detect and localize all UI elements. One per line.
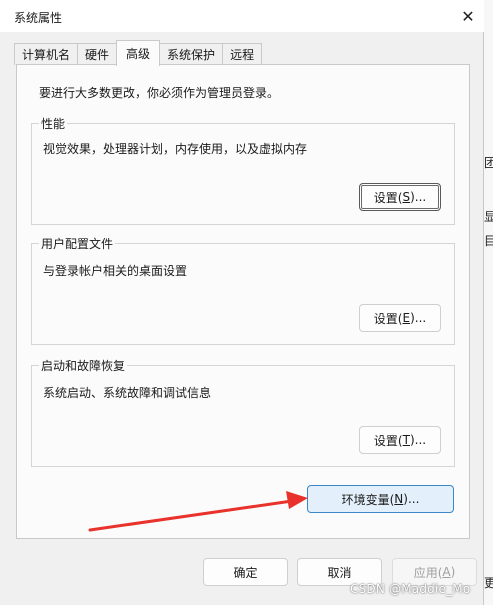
background-window-fragment: 更 [484, 576, 493, 590]
tab-advanced[interactable]: 高级 [116, 40, 161, 66]
performance-settings-button[interactable]: 设置(S)... [359, 183, 441, 211]
tab-remote[interactable]: 远程 [222, 43, 263, 65]
background-window-fragment: 目 [484, 234, 493, 248]
tab-system-protection[interactable]: 系统保护 [159, 43, 224, 65]
startup-recovery-legend: 启动和故障恢复 [39, 357, 128, 374]
background-window-fragment: 团 [484, 156, 493, 170]
startup-recovery-description: 系统启动、系统故障和调试信息 [43, 386, 212, 400]
performance-description: 视觉效果，处理器计划，内存使用，以及虚拟内存 [43, 142, 308, 156]
admin-notice: 要进行大多数更改，你必须作为管理员登录。 [39, 86, 280, 100]
ok-button[interactable]: 确定 [203, 558, 288, 586]
close-button[interactable]: ✕ [452, 2, 484, 30]
tab-label: 计算机名 [22, 48, 71, 62]
user-profiles-legend: 用户配置文件 [39, 235, 116, 252]
tab-strip: 计算机名 硬件 高级 系统保护 远程 [14, 40, 263, 66]
environment-variables-button[interactable]: 环境变量(N)... [307, 485, 454, 513]
startup-recovery-settings-button[interactable]: 设置(T)... [359, 426, 441, 454]
performance-group: 性能 视觉效果，处理器计划，内存使用，以及虚拟内存 设置(S)... [31, 115, 455, 225]
tab-label: 高级 [126, 47, 151, 61]
tab-computer-name[interactable]: 计算机名 [14, 43, 79, 65]
tab-label: 硬件 [85, 48, 110, 62]
system-properties-dialog: 系统属性 ✕ 计算机名 硬件 高级 系统保护 远程 要进行大多数更改，你必须作为… [0, 0, 484, 605]
user-profiles-group: 用户配置文件 与登录帐户相关的桌面设置 设置(E)... [31, 235, 455, 345]
startup-recovery-group: 启动和故障恢复 系统启动、系统故障和调试信息 设置(T)... [31, 357, 455, 467]
user-profiles-description: 与登录帐户相关的桌面设置 [43, 264, 188, 278]
advanced-tab-panel: 要进行大多数更改，你必须作为管理员登录。 性能 视觉效果，处理器计划，内存使用，… [16, 64, 470, 539]
close-icon: ✕ [461, 6, 475, 26]
csdn-watermark: CSDN @Maddie_Mo [350, 582, 471, 596]
background-window-fragment: 显 [484, 210, 493, 224]
tab-label: 系统保护 [167, 48, 216, 62]
tab-label: 远程 [230, 48, 255, 62]
performance-legend: 性能 [39, 115, 68, 132]
title-bar: 系统属性 ✕ [0, 0, 484, 32]
tab-hardware[interactable]: 硬件 [77, 43, 118, 65]
background-window-edge [484, 0, 493, 605]
window-title: 系统属性 [14, 11, 63, 25]
user-profiles-settings-button[interactable]: 设置(E)... [359, 304, 441, 332]
